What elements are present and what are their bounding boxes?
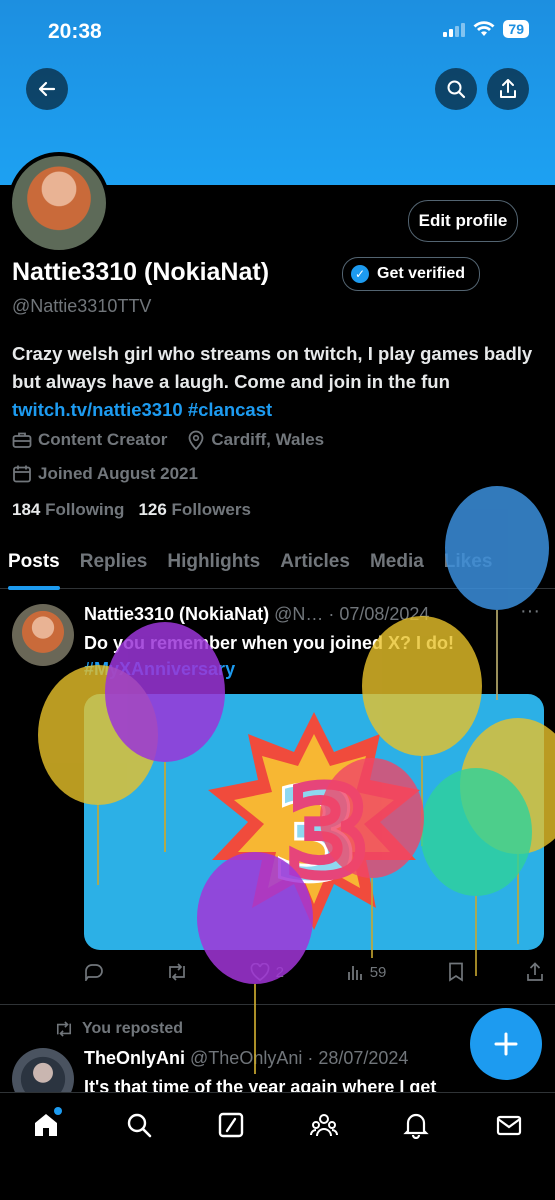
- tab-replies[interactable]: Replies: [80, 545, 148, 588]
- explore-icon: [127, 1113, 152, 1138]
- tab-posts[interactable]: Posts: [8, 545, 60, 590]
- nav-communities[interactable]: [304, 1111, 344, 1151]
- follow-counts: 184 Following 126 Followers: [12, 500, 251, 520]
- nav-grok[interactable]: [211, 1111, 251, 1151]
- profile-joined-row: Joined August 2021: [12, 464, 198, 484]
- profile-category: Content Creator: [38, 430, 168, 449]
- share-button[interactable]: [487, 68, 529, 110]
- share-icon: [500, 79, 516, 98]
- repost-indicator: You reposted: [54, 1020, 183, 1038]
- get-verified-button[interactable]: ✓ Get verified: [342, 257, 481, 291]
- profile-location: Cardiff, Wales: [211, 430, 325, 449]
- back-arrow-icon: [38, 81, 56, 97]
- following-link[interactable]: 184 Following: [12, 500, 124, 520]
- tweet-handle-date: @TheOnlyAni · 28/07/2024: [190, 1048, 409, 1068]
- anniversary-3-graphic: 3 3: [208, 712, 420, 930]
- bio-hashtag[interactable]: #clancast: [188, 399, 272, 420]
- tweet-header: Nattie3310 (NokiaNat) @N… · 07/08/2024: [84, 604, 504, 625]
- bio-text: Crazy welsh girl who streams on twitch, …: [12, 343, 533, 392]
- tweet-divider: [0, 1004, 555, 1005]
- verified-badge-icon: ✓: [351, 265, 369, 283]
- bookmark-button[interactable]: [448, 962, 464, 982]
- views-icon: [347, 966, 362, 980]
- compose-plus-icon: [494, 1032, 518, 1056]
- reply-icon: [85, 964, 103, 981]
- tweet-handle-date: @N… · 07/08/2024: [274, 604, 430, 624]
- views-button[interactable]: 59: [346, 963, 387, 981]
- back-button[interactable]: [26, 68, 68, 110]
- profile-bio: Crazy welsh girl who streams on twitch, …: [12, 340, 547, 424]
- tweet-avatar[interactable]: [12, 604, 74, 666]
- tweet-more-icon[interactable]: ···: [520, 600, 540, 623]
- briefcase-icon: [12, 432, 32, 448]
- grok-icon: [219, 1112, 244, 1138]
- like-count: 2: [275, 963, 284, 981]
- tab-articles[interactable]: Articles: [280, 545, 350, 588]
- edit-profile-button[interactable]: Edit profile: [408, 200, 518, 242]
- bell-icon: [403, 1113, 429, 1139]
- display-name: Nattie3310 (NokiaNat): [12, 258, 270, 286]
- search-button[interactable]: [435, 68, 477, 110]
- reply-button[interactable]: [84, 963, 104, 981]
- battery-indicator: 79: [503, 20, 529, 38]
- nav-messages[interactable]: [489, 1111, 529, 1151]
- followers-link[interactable]: 126 Followers: [138, 500, 250, 520]
- get-verified-label: Get verified: [377, 265, 466, 282]
- tab-likes[interactable]: Likes: [444, 545, 493, 588]
- repost-icon: [168, 963, 185, 981]
- notification-dot: [54, 1107, 63, 1115]
- status-time: 20:38: [48, 20, 102, 43]
- tweet-author-name[interactable]: TheOnlyAni: [84, 1048, 185, 1068]
- tweet-author-name[interactable]: Nattie3310 (NokiaNat): [84, 604, 269, 624]
- profile-tabs: Posts Replies Highlights Articles Media …: [0, 545, 555, 590]
- mail-icon: [496, 1115, 521, 1136]
- like-button[interactable]: 2: [250, 963, 284, 981]
- svg-text:3: 3: [286, 764, 370, 903]
- tweet-media-image[interactable]: 3 3: [84, 694, 544, 950]
- tab-highlights[interactable]: Highlights: [167, 545, 260, 588]
- tweet-hashtag[interactable]: #MyXAnniversary: [84, 659, 235, 679]
- tab-media[interactable]: Media: [370, 545, 424, 588]
- wifi-icon: [473, 21, 495, 36]
- location-pin-icon: [189, 430, 204, 450]
- bottom-navigation: [0, 1092, 555, 1200]
- share-tweet-button[interactable]: [526, 962, 544, 982]
- status-indicators: 79: [443, 20, 529, 38]
- tweet-actions: 2 59: [84, 962, 544, 982]
- communities-icon: [309, 1114, 338, 1137]
- bookmark-icon: [449, 962, 464, 982]
- repost-button[interactable]: [166, 963, 188, 981]
- search-icon: [447, 80, 466, 99]
- nav-home[interactable]: [26, 1107, 66, 1151]
- tweet-header: TheOnlyAni @TheOnlyAni · 28/07/2024: [84, 1048, 484, 1069]
- compose-button[interactable]: [470, 1008, 542, 1080]
- profile-handle: @Nattie3310TTV: [12, 296, 152, 316]
- heart-icon: [250, 963, 269, 981]
- share-icon: [527, 962, 543, 981]
- nav-notifications[interactable]: [396, 1111, 436, 1151]
- profile-meta-row: Content Creator Cardiff, Wales: [12, 430, 324, 450]
- profile-joined: Joined August 2021: [38, 464, 198, 483]
- nav-explore[interactable]: [119, 1111, 159, 1151]
- repost-icon: [56, 1021, 72, 1037]
- calendar-icon: [13, 465, 31, 483]
- bio-link[interactable]: twitch.tv/nattie3310: [12, 399, 183, 420]
- view-count: 59: [369, 963, 387, 981]
- profile-avatar[interactable]: [8, 152, 110, 254]
- signal-icon: [443, 21, 466, 37]
- home-icon: [35, 1114, 58, 1136]
- tweet-text: Do you remember when you joined X? I do!…: [84, 633, 455, 679]
